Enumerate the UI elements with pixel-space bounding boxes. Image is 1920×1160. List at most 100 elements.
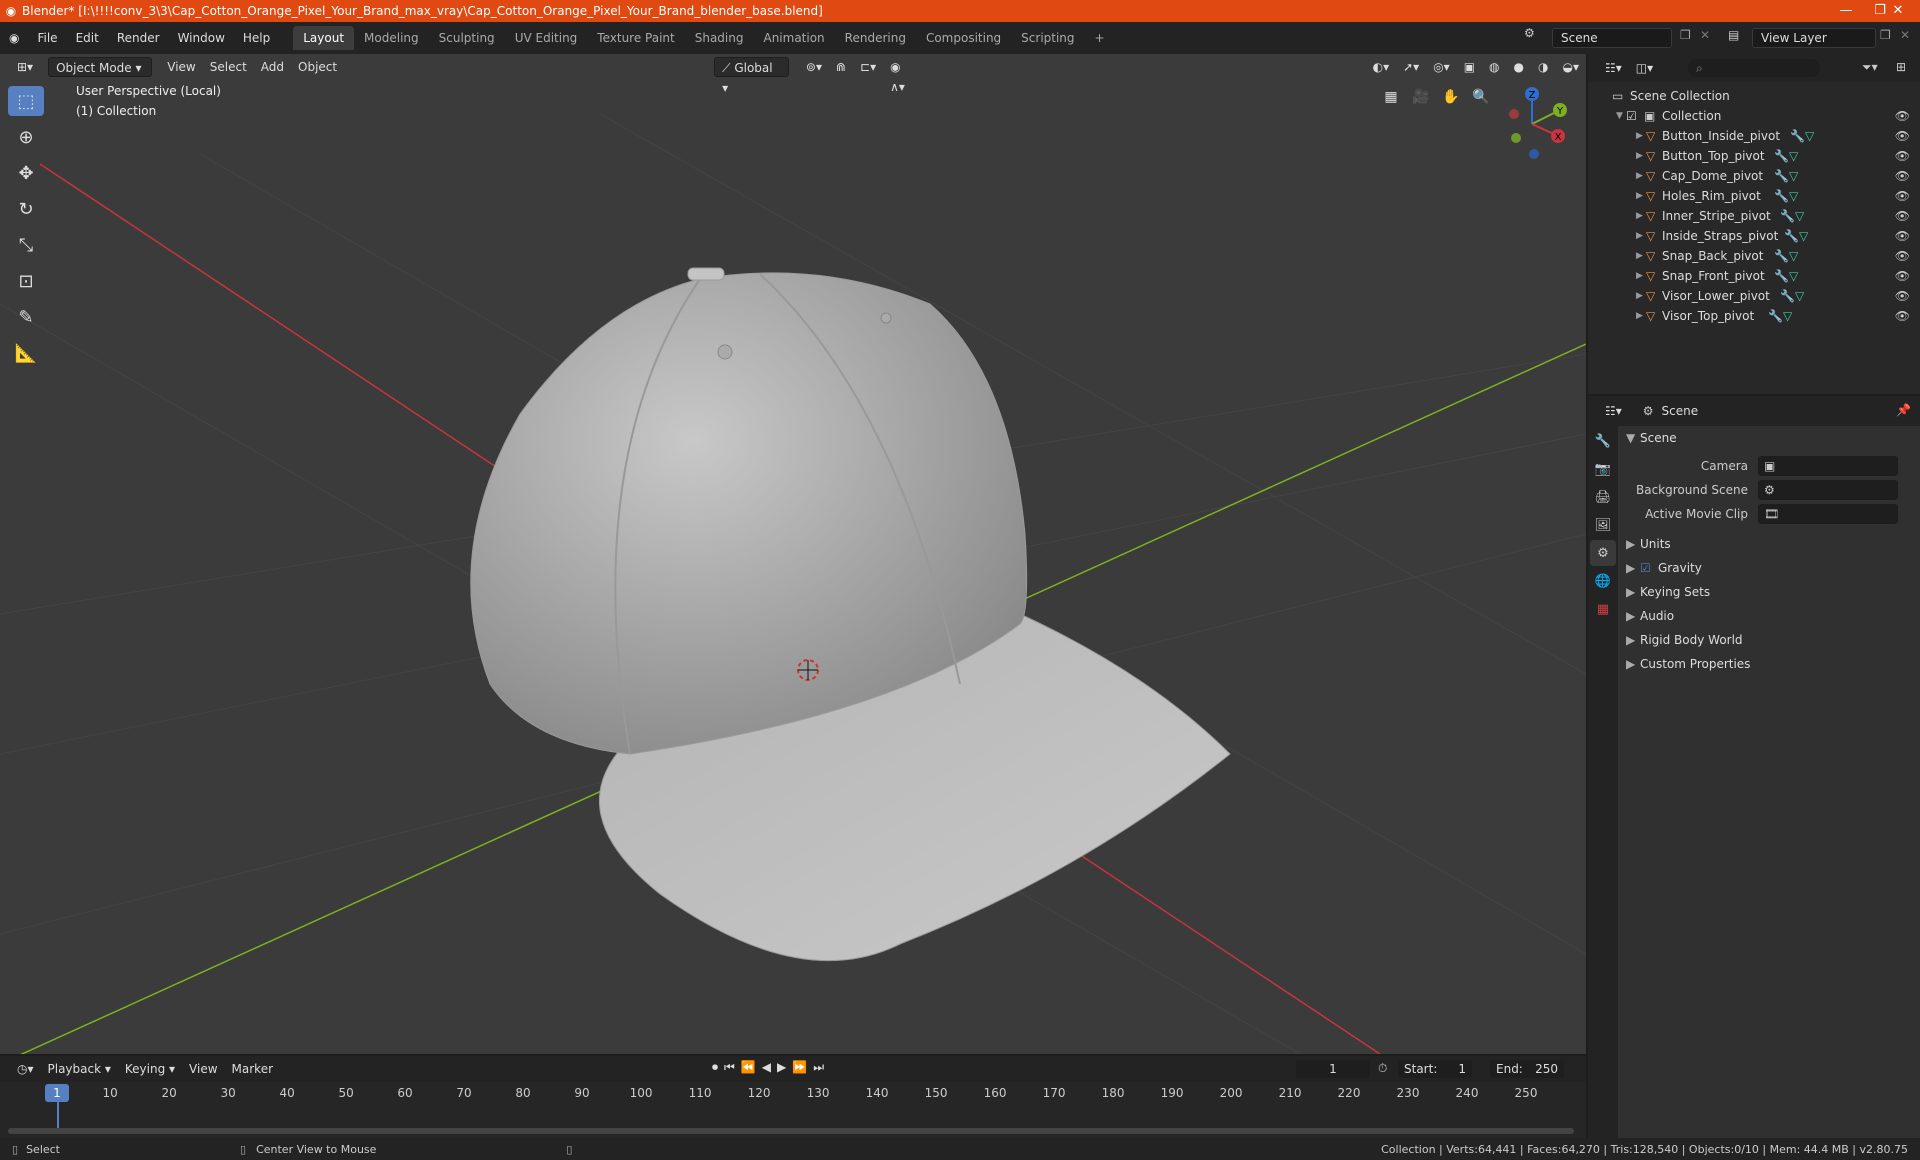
keying-sets-panel[interactable]: ▶ Keying Sets [1618, 580, 1920, 604]
rigid-body-world-panel[interactable]: ▶ Rigid Body World [1618, 628, 1920, 652]
record-icon[interactable]: ⏺ [712, 1060, 718, 1075]
view-layer-tab-icon[interactable]: 🖼 [1590, 512, 1616, 538]
texture-tab-icon[interactable]: ▦ [1590, 596, 1616, 622]
tab-scripting[interactable]: Scripting [1011, 26, 1084, 50]
visibility-eye-icon[interactable]: 👁 [1895, 129, 1910, 143]
filter-icon[interactable]: ⏷▾ [1862, 60, 1878, 75]
expand-icon[interactable]: ▶ [1636, 251, 1646, 261]
play-reverse-icon[interactable]: ◀ [762, 1060, 771, 1075]
menu-keying[interactable]: Keying ▾ [118, 1059, 182, 1079]
jump-start-icon[interactable]: ⏮ [724, 1060, 735, 1075]
visibility-eye-icon[interactable]: 👁 [1895, 249, 1910, 263]
outliner-scene-collection[interactable]: ▭ Scene Collection [1588, 86, 1920, 106]
expand-icon[interactable]: ▶ [1636, 211, 1646, 221]
outliner-item[interactable]: ▶ ▽ Snap_Front_pivot 🔧 ▽ 👁 [1588, 266, 1920, 286]
visibility-eye-icon[interactable]: 👁 [1895, 289, 1910, 303]
outliner-editor-type-icon[interactable]: ☷▾ [1598, 58, 1629, 78]
tab-rendering[interactable]: Rendering [835, 26, 916, 50]
menu-edit[interactable]: Edit [67, 22, 108, 54]
mode-selector[interactable]: Object Mode ▾ [48, 57, 153, 77]
menu-window[interactable]: Window [169, 22, 234, 54]
axis-gizmo[interactable]: Z Y X [1494, 84, 1570, 160]
outliner-item[interactable]: ▶ ▽ Visor_Lower_pivot 🔧 ▽ 👁 [1588, 286, 1920, 306]
scene-section-header[interactable]: ▼ Scene [1618, 426, 1920, 450]
expand-icon[interactable]: ▶ [1636, 191, 1646, 201]
outliner-search-input[interactable]: ⌕ [1688, 59, 1820, 77]
expand-icon[interactable]: ▶ [1636, 291, 1646, 301]
delete-view-layer-icon[interactable]: ✕ [1900, 28, 1910, 42]
tab-texture-paint[interactable]: Texture Paint [587, 26, 684, 50]
rotate-tool-icon[interactable]: ↻ [8, 194, 44, 224]
expand-collection-icon[interactable]: ▼ [1616, 111, 1626, 121]
tab-sculpting[interactable]: Sculpting [429, 26, 505, 50]
prev-keyframe-icon[interactable]: ⏪ [741, 1060, 756, 1075]
visibility-eye-icon[interactable]: 👁 [1895, 309, 1910, 323]
output-tab-icon[interactable]: 🖨 [1590, 484, 1616, 510]
tab-uv-editing[interactable]: UV Editing [505, 26, 588, 50]
snap-icon[interactable]: ⋒ [829, 57, 853, 77]
audio-panel[interactable]: ▶ Audio [1618, 604, 1920, 628]
new-view-layer-icon[interactable]: ❐ [1880, 28, 1891, 42]
menu-file[interactable]: File [28, 22, 66, 54]
active-movie-clip-field[interactable]: 🎞 [1758, 504, 1898, 524]
timeline-ruler[interactable]: 1 10 20 30 40 50 60 70 80 90 100 110 120 130 140 150 160… [0, 1082, 1586, 1138]
gravity-checkbox[interactable]: ☑ [1640, 561, 1658, 575]
xray-icon[interactable]: ▣ [1457, 57, 1482, 77]
expand-icon[interactable]: ▶ [1636, 231, 1646, 241]
shading-rendered-icon[interactable]: ◒▾ [1556, 57, 1587, 77]
menu-playback[interactable]: Playback ▾ [41, 1059, 118, 1079]
select-box-tool-icon[interactable]: ⬚ [8, 86, 44, 116]
outliner-item[interactable]: ▶ ▽ Inside_Straps_pivot 🔧 ▽ 👁 [1588, 226, 1920, 246]
properties-editor-type-icon[interactable]: ☷▾ [1598, 401, 1629, 421]
outliner-item[interactable]: ▶ ▽ Snap_Back_pivot 🔧 ▽ 👁 [1588, 246, 1920, 266]
view-layer-selector[interactable]: View Layer [1752, 28, 1876, 48]
zoom-view-icon[interactable]: 🔍 [1468, 84, 1494, 110]
expand-icon[interactable]: ▶ [1636, 151, 1646, 161]
shading-wireframe-icon[interactable]: ◍ [1482, 57, 1506, 77]
tool-tab-icon[interactable]: 🔧 [1590, 428, 1616, 454]
visibility-eye-icon[interactable]: 👁 [1895, 149, 1910, 163]
new-collection-icon[interactable]: ⊞ [1896, 60, 1906, 74]
scene-tab-icon[interactable]: ⚙ [1590, 540, 1616, 566]
outliner-item[interactable]: ▶ ▽ Inner_Stripe_pivot 🔧 ▽ 👁 [1588, 206, 1920, 226]
render-tab-icon[interactable]: 📷 [1590, 456, 1616, 482]
visibility-eye-icon[interactable]: 👁 [1895, 109, 1910, 123]
camera-field[interactable]: ▣ [1758, 456, 1898, 476]
custom-properties-panel[interactable]: ▶ Custom Properties [1618, 652, 1920, 676]
menu-timeline-view[interactable]: View [182, 1059, 224, 1079]
shading-solid-icon[interactable]: ● [1507, 57, 1531, 77]
viewport-3d[interactable]: ⊞▾ Object Mode ▾ View Select Add Object … [0, 54, 1586, 1054]
outliner-item[interactable]: ▶ ▽ Button_Top_pivot 🔧 ▽ 👁 [1588, 146, 1920, 166]
menu-object[interactable]: Object [291, 57, 344, 77]
scene-selector[interactable]: Scene [1552, 28, 1672, 48]
overlays-icon[interactable]: ◎▾ [1426, 57, 1457, 77]
editor-type-icon[interactable]: ⊞▾ [10, 57, 40, 77]
measure-tool-icon[interactable]: 📐 [8, 338, 44, 368]
proportional-edit-icon[interactable]: ◉ ∧▾ [883, 57, 926, 94]
expand-icon[interactable]: ▶ [1636, 311, 1646, 321]
blender-menu-icon[interactable]: ◉ [0, 22, 28, 54]
transform-tool-icon[interactable]: ⊡ [8, 266, 44, 296]
play-icon[interactable]: ▶ [777, 1060, 786, 1075]
tab-modeling[interactable]: Modeling [354, 26, 429, 50]
menu-view[interactable]: View [160, 57, 202, 77]
camera-view-icon[interactable]: 🎥 [1408, 84, 1434, 110]
world-tab-icon[interactable]: 🌐 [1590, 568, 1616, 594]
outliner-collection[interactable]: ▼ ☑ ▣ Collection 👁 [1588, 106, 1920, 126]
tab-layout[interactable]: Layout [293, 26, 355, 50]
scale-tool-icon[interactable]: ⤡ [8, 230, 44, 260]
move-tool-icon[interactable]: ✥ [8, 158, 44, 188]
end-frame-field[interactable]: End: 250 [1490, 1060, 1564, 1078]
jump-end-icon[interactable]: ⏭ [813, 1060, 824, 1075]
snap-target-icon[interactable]: ⊏▾ [853, 57, 883, 77]
tab-compositing[interactable]: Compositing [916, 26, 1011, 50]
visibility-eye-icon[interactable]: 👁 [1895, 189, 1910, 203]
scene-browse-icon[interactable]: ⚙ [1524, 26, 1535, 40]
view-layer-icon[interactable]: ▤ [1728, 28, 1739, 42]
cap-model[interactable] [470, 267, 1231, 962]
tab-shading[interactable]: Shading [685, 26, 754, 50]
delete-scene-icon[interactable]: ✕ [1700, 28, 1710, 42]
visibility-eye-icon[interactable]: 👁 [1895, 269, 1910, 283]
grid-view-icon[interactable]: ▦ [1378, 84, 1404, 110]
outliner-item[interactable]: ▶ ▽ Button_Inside_pivot 🔧 ▽ 👁 [1588, 126, 1920, 146]
